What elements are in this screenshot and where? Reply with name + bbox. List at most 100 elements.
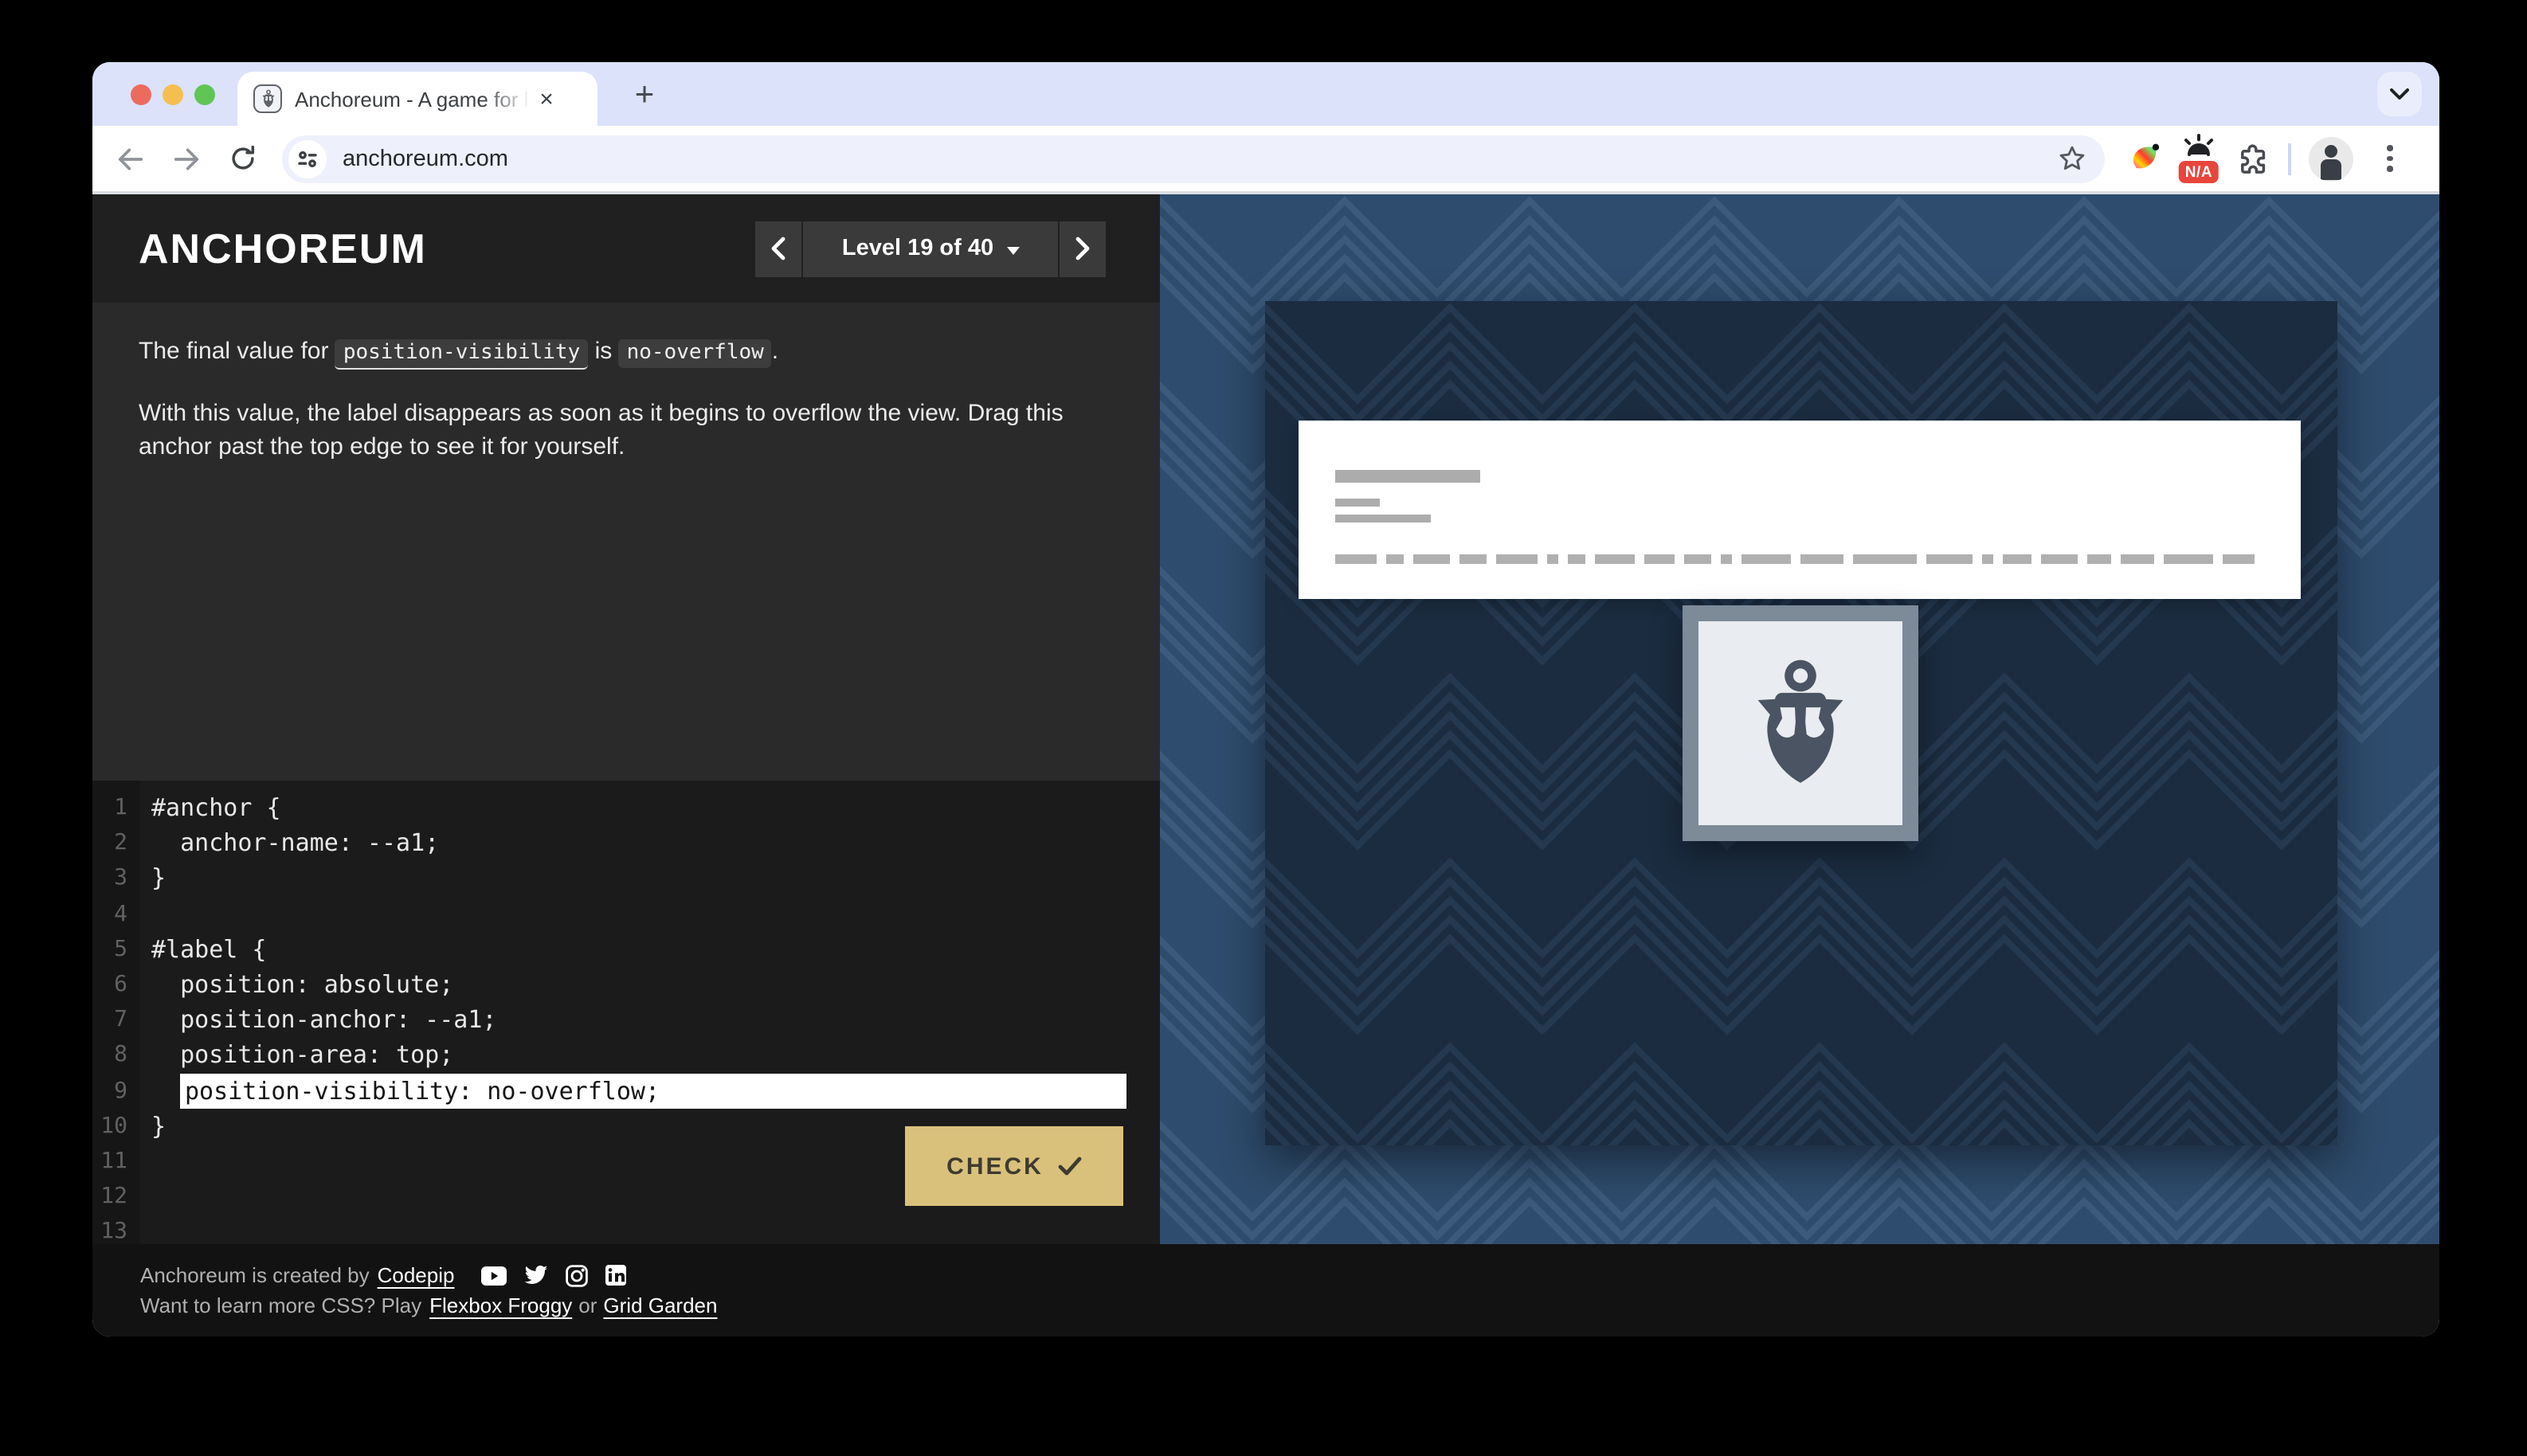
reload-icon[interactable] [223,139,261,178]
anchoring-view [1265,301,2337,1145]
color-extension-icon[interactable] [2129,142,2162,175]
skeleton-dash [1496,554,1538,564]
url-text[interactable]: anchoreum.com [343,146,508,171]
instagram-icon[interactable] [566,1264,588,1286]
tab-title: Anchoreum - A game for learn [295,87,531,111]
tab-favicon-anchor-icon [253,84,282,113]
left-panel: ANCHOREUM Level 19 of 40 [92,194,1160,1244]
skeleton-dash [1335,554,1377,564]
level-label: Level 19 of 40 [842,236,993,261]
code-line[interactable]: #label { [140,935,267,964]
code-line[interactable]: } [140,1112,166,1141]
code-input[interactable] [180,1073,1126,1108]
bookmark-star-icon[interactable] [2057,143,2087,174]
line-number: 7 [92,1007,140,1032]
code-row: 2 anchor-name: --a1; [92,825,1160,860]
check-button-label: CHECK [946,1153,1044,1180]
skeleton-dash-row [1335,554,2269,564]
skeleton-dash [1982,554,1993,564]
page-content: ANCHOREUM Level 19 of 40 [92,194,2439,1244]
skeleton-dash [1644,554,1675,564]
skeleton-dash [2121,554,2154,564]
tab-search-button[interactable] [2377,72,2422,116]
code-line[interactable]: } [140,864,166,893]
twitter-icon[interactable] [524,1265,548,1286]
menu-kebab-icon[interactable] [2371,139,2409,178]
minimize-window-button[interactable] [163,84,183,105]
instructions: The final value for position-visibility … [139,335,1112,464]
line-number: 5 [92,937,140,962]
skeleton-dash [1800,554,1843,564]
skeleton-dash [1741,554,1791,564]
line-number: 10 [92,1114,140,1139]
url-bar[interactable]: anchoreum.com [282,135,2105,182]
zoom-window-button[interactable] [194,84,215,105]
instruction-text: . [772,338,778,365]
social-icons [481,1264,626,1286]
skeleton-dash [2087,554,2111,564]
check-button[interactable]: CHECK [905,1126,1123,1206]
grid-garden-link[interactable]: Grid Garden [603,1294,717,1317]
instruction-sentence: The final value for position-visibility … [139,335,1112,370]
tab-strip: Anchoreum - A game for learn × + [92,62,2439,126]
browser-tab[interactable]: Anchoreum - A game for learn × [237,72,597,126]
line-number: 9 [92,1078,140,1103]
level-select[interactable]: Level 19 of 40 [803,221,1058,276]
code-line[interactable]: position-anchor: --a1; [140,1005,497,1034]
chevron-down-icon [1006,246,1019,254]
code-line[interactable]: #anchor { [140,793,281,822]
line-number: 4 [92,901,140,926]
line-number: 1 [92,795,140,820]
game-header: ANCHOREUM Level 19 of 40 [92,194,1160,303]
skeleton-dash [1568,554,1585,564]
profile-avatar[interactable] [2309,136,2353,181]
code-line[interactable]: anchor-name: --a1; [140,829,439,858]
browser-window: Anchoreum - A game for learn × + [92,62,2439,1337]
code-line[interactable]: position: absolute; [140,970,453,999]
skeleton-dash [1926,554,1973,564]
skeleton-dash [2164,554,2213,564]
back-icon[interactable] [112,139,150,178]
skeleton-bar [1335,499,1380,507]
close-window-button[interactable] [131,84,151,105]
forward-icon[interactable] [167,139,206,178]
site-settings-icon[interactable] [288,139,327,178]
site-footer: Anchoreum is created by Codepip Want to … [92,1244,2439,1337]
code-row: 9 [92,1073,1160,1108]
skeleton-dash [1547,554,1558,564]
prev-level-button[interactable] [755,221,801,276]
skeleton-dash [2223,554,2255,564]
game-stage [1160,194,2439,1244]
next-level-button[interactable] [1060,221,1106,276]
new-tab-button[interactable]: + [623,73,666,116]
line-number: 11 [92,1149,140,1174]
code-line[interactable]: position-area: top; [140,1041,453,1070]
code-row: 6 position: absolute; [92,967,1160,1002]
anchor-draggable[interactable] [1683,605,1918,841]
line-number: 6 [92,972,140,997]
browser-toolbar: anchoreum.com N/A [92,126,2439,194]
na-badge: N/A [2179,161,2219,183]
flexbox-froggy-link[interactable]: Flexbox Froggy [429,1294,572,1317]
skeleton-dash [2003,554,2031,564]
code-row: 5#label { [92,932,1160,967]
code-row: 13 [92,1215,1160,1245]
code-row: 7 position-anchor: --a1; [92,1002,1160,1037]
codepip-link[interactable]: Codepip [378,1263,455,1287]
skeleton-dash [1386,554,1404,564]
skeleton-dash [1413,554,1450,564]
line-number: 2 [92,831,140,856]
code-row: 4 [92,896,1160,931]
code-row: 1#anchor { [92,790,1160,825]
linkedin-icon[interactable] [605,1265,626,1286]
skeleton-dash [2041,554,2078,564]
tab-close-icon[interactable]: × [532,84,561,113]
line-number: 3 [92,866,140,891]
toolbar-divider [2288,143,2291,174]
na-extension-icon[interactable]: N/A [2175,134,2223,183]
property-doc-link[interactable]: position-visibility [335,339,588,370]
extensions-puzzle-icon[interactable] [2235,141,2270,176]
check-icon [1058,1157,1082,1176]
youtube-icon[interactable] [481,1266,507,1285]
code-row: 8 position-area: top; [92,1038,1160,1073]
